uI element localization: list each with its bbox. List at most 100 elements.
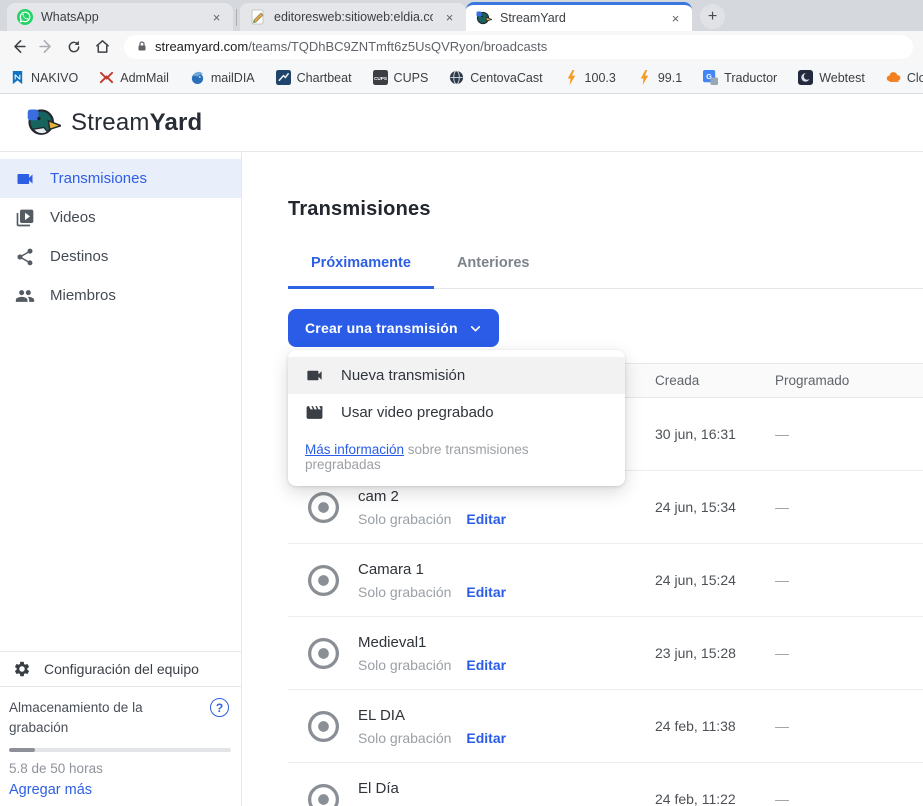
- bookmark-cloudflare[interactable]: CloudFlare: [886, 70, 923, 85]
- broadcast-subtitle: Solo grabación: [358, 657, 451, 673]
- browser-window: WhatsApp × editoresweb:sitioweb:eldia.co…: [0, 0, 923, 806]
- sidebar-item-label: Destinos: [50, 248, 108, 265]
- gear-icon: [13, 660, 31, 678]
- maildia-icon: [190, 70, 205, 85]
- lightning-icon: [637, 70, 652, 85]
- broadcast-subtitle: Solo grabación: [358, 730, 451, 746]
- table-row[interactable]: EL DIA Solo grabación Editar 24 feb, 11:3…: [288, 690, 923, 763]
- created-cell: 24 jun, 15:24: [655, 572, 775, 588]
- bookmark-nakivo[interactable]: NAKIVO: [10, 70, 78, 85]
- bookmark-maildia[interactable]: mailDIA: [190, 70, 255, 85]
- bookmark-label: 99.1: [658, 71, 682, 85]
- edit-link[interactable]: Editar: [466, 803, 506, 806]
- help-icon[interactable]: ?: [210, 698, 229, 717]
- menu-item-usar-video-pregrabado[interactable]: Usar video pregrabado: [288, 394, 625, 431]
- menu-item-label: Nueva transmisión: [341, 367, 465, 384]
- sidebar-item-label: Transmisiones: [50, 170, 147, 187]
- edit-link[interactable]: Editar: [466, 730, 506, 746]
- sidebar-item-label: Videos: [50, 209, 96, 226]
- tab-anteriores[interactable]: Anteriores: [434, 255, 553, 288]
- tab-close-icon[interactable]: ×: [441, 9, 458, 26]
- tab-editoresweb[interactable]: editoresweb:sitioweb:eldia.co ×: [240, 3, 466, 31]
- bookmark-label: Traductor: [724, 71, 777, 85]
- created-cell: 24 jun, 15:34: [655, 499, 775, 515]
- record-icon: [305, 781, 342, 806]
- page-title: Transmisiones: [288, 198, 923, 221]
- edit-link[interactable]: Editar: [466, 657, 506, 673]
- tab-whatsapp[interactable]: WhatsApp ×: [7, 3, 233, 31]
- tab-close-icon[interactable]: ×: [208, 9, 225, 26]
- sidebar-item-miembros[interactable]: Miembros: [0, 276, 241, 315]
- bookmark-admmail[interactable]: AdmMail: [99, 70, 169, 85]
- created-cell: 24 feb, 11:22: [655, 791, 775, 806]
- share-icon: [15, 247, 35, 267]
- people-icon: [15, 286, 35, 306]
- sidebar-item-transmisiones[interactable]: Transmisiones: [0, 159, 241, 198]
- chartbeat-icon: [276, 70, 291, 85]
- created-cell: 30 jun, 16:31: [655, 426, 775, 442]
- scheduled-cell: —: [775, 426, 923, 442]
- address-bar[interactable]: streamyard.com/teams/TQDhBC9ZNTmft6z5UsQ…: [124, 35, 913, 59]
- bookmark-label: 100.3: [585, 71, 616, 85]
- add-more-storage-link[interactable]: Agregar más: [9, 782, 229, 798]
- forward-button[interactable]: [34, 35, 58, 59]
- bookmark-traductor[interactable]: G Traductor: [703, 70, 777, 85]
- storage-usage-label: 5.8 de 50 horas: [9, 761, 229, 776]
- videocam-icon: [305, 366, 324, 385]
- broadcast-title: EL DIA: [358, 707, 506, 724]
- tab-proximamente[interactable]: Próximamente: [288, 255, 434, 289]
- bookmark-label: Webtest: [819, 71, 865, 85]
- reload-button[interactable]: [62, 35, 86, 59]
- sidebar-item-destinos[interactable]: Destinos: [0, 237, 241, 276]
- storage-panel: Almacenamiento de la grabación ? 5.8 de …: [0, 687, 241, 806]
- create-broadcast-label: Crear una transmisión: [305, 320, 458, 336]
- centovacast-icon: [449, 70, 464, 85]
- team-settings-button[interactable]: Configuración del equipo: [0, 651, 241, 687]
- storage-title: Almacenamiento de la grabación: [9, 698, 189, 738]
- created-cell: 24 feb, 11:38: [655, 718, 775, 734]
- bookmark-label: mailDIA: [211, 71, 255, 85]
- bookmark-label: Chartbeat: [297, 71, 352, 85]
- table-row[interactable]: Medieval1 Solo grabaciónEditar 23 jun, 1…: [288, 617, 923, 690]
- bookmark-radio-99-1[interactable]: 99.1: [637, 70, 682, 85]
- editor-page-icon: [250, 9, 266, 25]
- bookmark-cups[interactable]: CUPS CUPS: [373, 70, 429, 85]
- home-button[interactable]: [90, 35, 114, 59]
- table-row[interactable]: Camara 1 Solo grabaciónEditar 24 jun, 15…: [288, 544, 923, 617]
- scheduled-cell: —: [775, 499, 923, 515]
- tab-title: WhatsApp: [41, 10, 200, 24]
- video-library-icon: [15, 208, 35, 228]
- broadcast-subtitle: Solo grabación: [358, 511, 451, 527]
- table-row[interactable]: El Día Solo grabaciónEditar 24 feb, 11:2…: [288, 763, 923, 806]
- record-icon: [305, 562, 342, 599]
- dropdown-footer: Más información sobre transmisiones preg…: [288, 431, 625, 486]
- edit-link[interactable]: Editar: [466, 584, 506, 600]
- tab-close-icon[interactable]: ×: [667, 10, 684, 27]
- scheduled-cell: —: [775, 572, 923, 588]
- url-path: /teams/TQDhBC9ZNTmft6z5UsQVRyon/broadcas…: [248, 39, 547, 54]
- back-button[interactable]: [6, 35, 30, 59]
- team-settings-label: Configuración del equipo: [44, 661, 199, 677]
- bookmark-chartbeat[interactable]: Chartbeat: [276, 70, 352, 85]
- bookmark-radio-100-3[interactable]: 100.3: [564, 70, 616, 85]
- broadcast-subtitle: Solo grabación: [358, 803, 451, 806]
- tab-separator: [236, 9, 237, 26]
- mas-informacion-link[interactable]: Más información: [305, 442, 404, 457]
- bookmark-webtest[interactable]: Webtest: [798, 70, 865, 85]
- edit-link[interactable]: Editar: [466, 511, 506, 527]
- admmail-icon: [99, 70, 114, 85]
- menu-item-nueva-transmision[interactable]: Nueva transmisión: [288, 357, 625, 394]
- bookmark-label: CUPS: [394, 71, 429, 85]
- column-created: Creada: [655, 373, 775, 388]
- record-icon: [305, 635, 342, 672]
- movie-icon: [305, 403, 324, 422]
- create-broadcast-button[interactable]: Crear una transmisión: [288, 309, 499, 347]
- url-host: streamyard.com: [155, 39, 248, 54]
- lightning-icon: [564, 70, 579, 85]
- tab-streamyard[interactable]: StreamYard ×: [466, 2, 692, 31]
- sidebar-item-videos[interactable]: Videos: [0, 198, 241, 237]
- scheduled-cell: —: [775, 791, 923, 806]
- browser-toolbar: streamyard.com/teams/TQDhBC9ZNTmft6z5UsQ…: [0, 31, 923, 62]
- new-tab-button[interactable]: +: [700, 4, 725, 29]
- bookmark-centovacast[interactable]: CentovaCast: [449, 70, 542, 85]
